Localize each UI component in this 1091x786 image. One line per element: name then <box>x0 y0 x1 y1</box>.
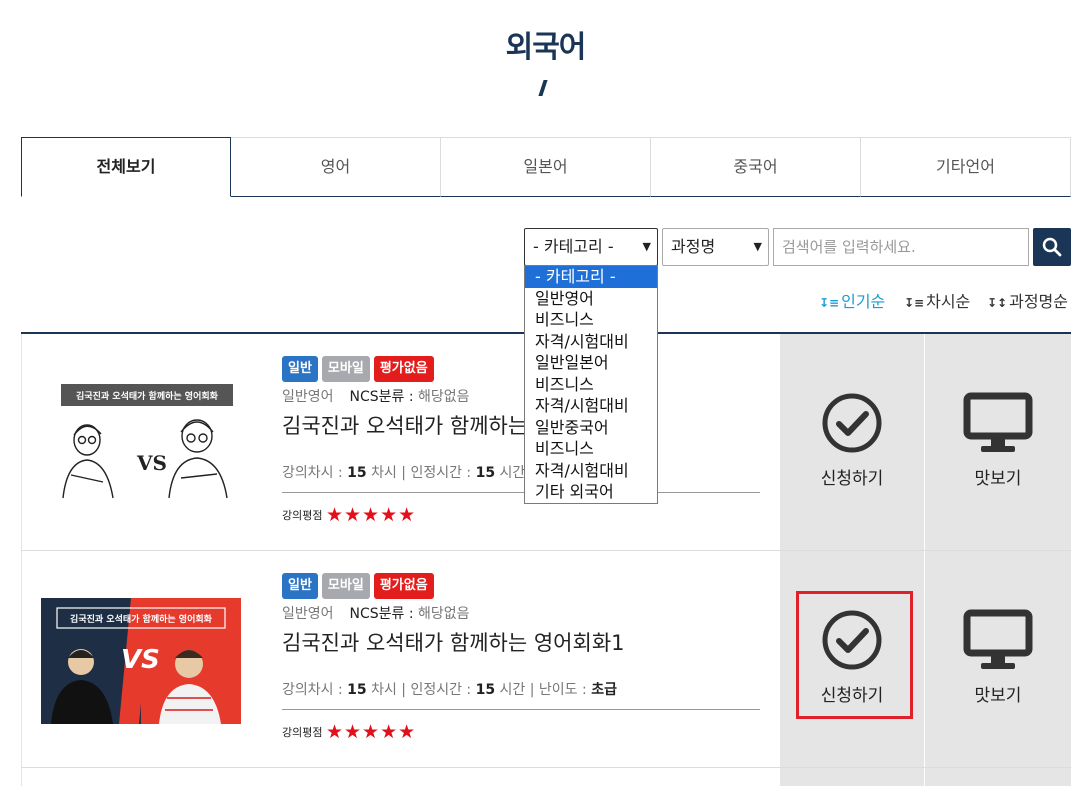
ncs-value: 해당없음 <box>418 389 470 405</box>
tab-all[interactable]: 전체보기 <box>21 137 231 197</box>
dropdown-option[interactable]: 일반중국어 <box>525 417 657 439</box>
lessons-count: 15 <box>347 682 367 698</box>
course-info: 일반 모바일 평가없음 일반영어 NCS분류 : 해당없음 김국진과 오석태가 함… <box>282 334 760 550</box>
star-rating: ★★★★★ <box>325 721 417 743</box>
course-row <box>21 768 1071 786</box>
dropdown-option[interactable]: 자격/시험대비 <box>525 460 657 482</box>
svg-text:VS: VS <box>121 645 160 675</box>
page-title: 외국어 <box>505 30 587 65</box>
ncs-label: NCS분류 : <box>349 606 414 622</box>
ncs-value: 해당없음 <box>418 606 470 622</box>
course-category: 일반영어 <box>282 606 334 622</box>
dropdown-option[interactable]: 비즈니스 <box>525 374 657 396</box>
sort-popular[interactable]: ↧≡ 인기순 <box>819 288 885 312</box>
category-select[interactable]: - 카테고리 - ▼ <box>524 228 658 266</box>
rating-label: 강의평점 <box>282 509 323 522</box>
divider <box>282 709 760 710</box>
svg-text:VS: VS <box>136 451 167 475</box>
thumbnail-title: 김국진과 오석태가 함께하는 영어회화 <box>76 390 219 402</box>
course-category: 일반영어 <box>282 389 334 405</box>
course-info: 일반 모바일 평가없음 일반영어 NCS분류 : 해당없음 김국진과 오석태가 함… <box>282 551 760 767</box>
badge-group: 일반 모바일 평가없음 <box>282 356 434 382</box>
rating-label: 강의평점 <box>282 726 323 739</box>
badge-no-evaluation: 평가없음 <box>373 356 434 382</box>
monitor-icon <box>963 392 1033 452</box>
badge-no-evaluation: 평가없음 <box>373 573 434 599</box>
thumbnail-title: 김국진과 오석태가 함께하는 영어회화 <box>70 613 213 625</box>
hours-unit: 시간 | 난이도 : <box>499 682 587 698</box>
search-icon <box>1042 237 1062 257</box>
dropdown-option[interactable]: 기타 외국어 <box>525 481 657 503</box>
title-accent-mark <box>538 80 548 96</box>
tab-english[interactable]: 영어 <box>231 137 441 197</box>
lessons-label: 강의차시 : <box>282 465 343 481</box>
search-input[interactable]: 검색어를 입력하세요. <box>773 228 1029 266</box>
ncs-label: NCS분류 : <box>349 389 414 405</box>
difficulty-level: 초급 <box>591 682 617 698</box>
sort-popular-label: 인기순 <box>841 292 886 311</box>
dropdown-option[interactable]: 일반일본어 <box>525 352 657 374</box>
chevron-down-icon: ▼ <box>642 240 651 253</box>
sort-desc-icon: ↧≡ <box>819 296 840 310</box>
search-field-select[interactable]: 과정명 ▼ <box>662 228 769 266</box>
course-thumbnail-image: 김국진과 오석태가 함께하는 영어회화 VS <box>41 380 241 506</box>
course-stats: 강의차시 : 15 차시 | 인정시간 : 15 시간 | 난이도 : 초급 <box>282 679 617 699</box>
hours-count: 15 <box>475 682 496 698</box>
preview-label: 맛보기 <box>974 686 1022 706</box>
course-title[interactable]: 김국진과 오석태가 함께하는 영어회화1 <box>282 627 625 657</box>
badge-mobile: 모바일 <box>321 356 370 382</box>
lessons-label: 강의차시 : <box>282 682 343 698</box>
course-stats: 강의차시 : 15 차시 | 인정시간 : 15 시간 <box>282 462 525 482</box>
badge-group: 일반 모바일 평가없음 <box>282 573 434 599</box>
hours-unit: 시간 <box>499 465 526 481</box>
preview-label: 맛보기 <box>974 469 1022 489</box>
category-tabs: 전체보기 영어 일본어 중국어 기타언어 <box>21 137 1071 197</box>
sort-desc-icon: ↧≡ <box>904 296 925 310</box>
dropdown-option[interactable]: - 카테고리 - <box>525 266 657 288</box>
course-thumbnail-image: 김국진과 오석태가 함께하는 영어회화 VS <box>41 598 241 724</box>
course-meta: 일반영어 NCS분류 : 해당없음 <box>282 386 470 406</box>
search-button[interactable] <box>1033 228 1071 266</box>
sort-az-icon: ↧↕ <box>987 296 1008 310</box>
tab-japanese[interactable]: 일본어 <box>441 137 651 197</box>
dropdown-option[interactable]: 비즈니스 <box>525 438 657 460</box>
badge-mobile: 모바일 <box>321 573 370 599</box>
course-thumbnail[interactable]: 김국진과 오석태가 함께하는 영어회화 VS <box>41 380 241 506</box>
hours-count: 15 <box>475 465 496 481</box>
sort-name-label: 과정명순 <box>1009 292 1068 311</box>
lessons-unit: 차시 | 인정시간 : <box>371 682 472 698</box>
course-rating: 강의평점 ★★★★★ <box>282 721 416 743</box>
sort-lessons[interactable]: ↧≡ 차시순 <box>904 288 970 312</box>
preview-button[interactable]: 맛보기 <box>925 551 1071 767</box>
star-rating: ★★★★★ <box>325 504 417 526</box>
sort-lessons-label: 차시순 <box>926 292 971 311</box>
lessons-count: 15 <box>347 465 367 481</box>
badge-general: 일반 <box>282 356 318 382</box>
check-circle-icon <box>822 393 882 453</box>
dropdown-option[interactable]: 자격/시험대비 <box>525 331 657 353</box>
apply-label: 신청하기 <box>820 469 884 489</box>
category-dropdown: - 카테고리 - 일반영어 비즈니스 자격/시험대비 일반일본어 비즈니스 자격… <box>524 265 658 504</box>
apply-button[interactable]: 신청하기 <box>780 334 924 550</box>
lessons-unit: 차시 | 인정시간 : <box>371 465 472 481</box>
course-thumbnail[interactable]: 김국진과 오석태가 함께하는 영어회화 VS <box>41 598 241 724</box>
tab-chinese[interactable]: 중국어 <box>651 137 861 197</box>
badge-general: 일반 <box>282 573 318 599</box>
apply-button-highlight <box>796 591 913 719</box>
dropdown-option[interactable]: 비즈니스 <box>525 309 657 331</box>
monitor-icon <box>963 609 1033 669</box>
chevron-down-icon: ▼ <box>753 240 762 253</box>
dropdown-option[interactable]: 자격/시험대비 <box>525 395 657 417</box>
divider <box>282 492 760 493</box>
course-rating: 강의평점 ★★★★★ <box>282 504 416 526</box>
tab-other-languages[interactable]: 기타언어 <box>861 137 1071 197</box>
course-row: 김국진과 오석태가 함께하는 영어회화 VS 일반 모바일 평가없음 일반영어 N… <box>21 551 1071 768</box>
preview-button[interactable]: 맛보기 <box>925 334 1071 550</box>
search-field-value: 과정명 <box>671 237 716 256</box>
sort-name[interactable]: ↧↕ 과정명순 <box>987 288 1068 312</box>
course-meta: 일반영어 NCS분류 : 해당없음 <box>282 603 470 623</box>
dropdown-option[interactable]: 일반영어 <box>525 288 657 310</box>
category-select-value: - 카테고리 - <box>533 237 614 256</box>
